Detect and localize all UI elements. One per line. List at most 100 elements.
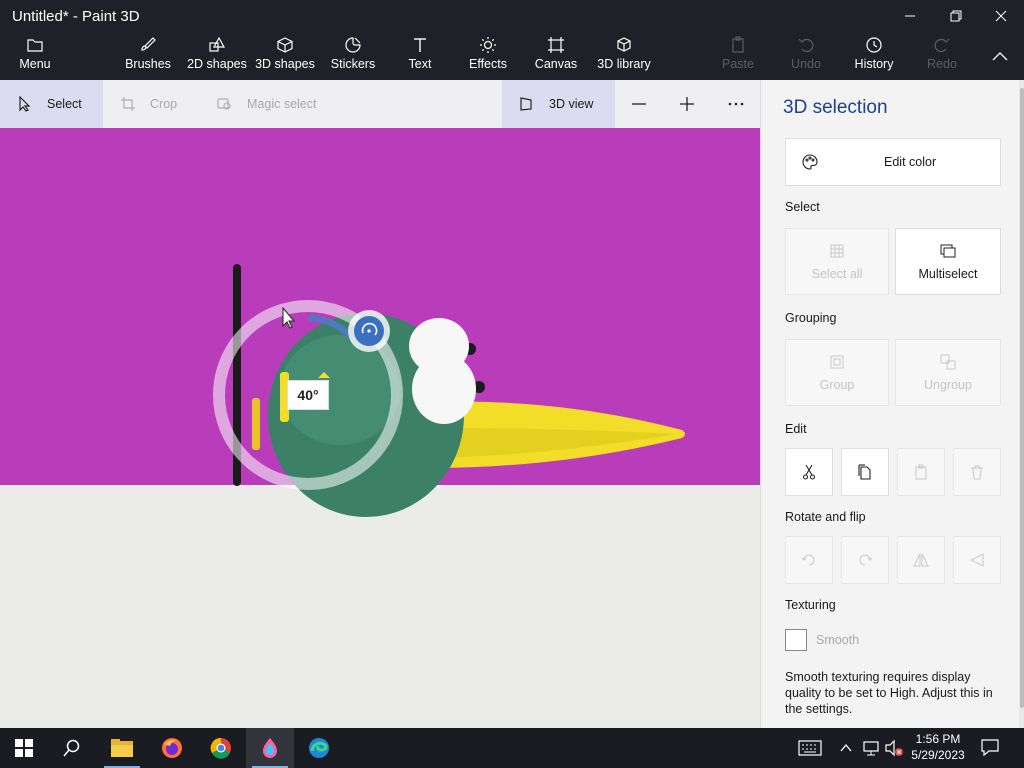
minimize-icon — [905, 15, 915, 17]
collapse-ribbon-button[interactable] — [988, 46, 1012, 66]
ungroup-button[interactable]: Ungroup — [895, 339, 1001, 406]
paste-icon — [915, 464, 927, 480]
flip-vertical-button[interactable] — [953, 536, 1001, 584]
edge-icon — [309, 738, 329, 758]
rotate-right-button[interactable] — [841, 536, 889, 584]
flip-horizontal-button[interactable] — [897, 536, 945, 584]
brushes-tool[interactable]: Brushes — [122, 36, 174, 80]
2d-shapes-tool[interactable]: 2D shapes — [186, 36, 248, 80]
multiselect-button[interactable]: Multiselect — [895, 228, 1001, 295]
file-explorer-icon — [111, 739, 133, 757]
yellow-bar-object[interactable] — [252, 398, 260, 450]
select-all-label: Select all — [811, 266, 863, 281]
redo-label: Redo — [927, 57, 957, 71]
copy-icon — [858, 464, 871, 480]
sun-icon — [480, 37, 496, 53]
select-all-button[interactable]: Select all — [785, 228, 889, 295]
palette-icon — [802, 154, 818, 170]
effects-tool[interactable]: Effects — [466, 36, 510, 80]
minus-icon — [632, 103, 646, 105]
select-label: Select — [47, 97, 82, 111]
paste-button[interactable]: Paste — [720, 36, 756, 80]
file-explorer-taskbar[interactable] — [98, 728, 146, 768]
canvas-tool[interactable]: Canvas — [534, 36, 578, 80]
delete-button[interactable] — [953, 448, 1001, 496]
restore-button[interactable] — [933, 0, 979, 32]
stickers-tool[interactable]: Stickers — [328, 36, 378, 80]
select-heading: Select — [785, 200, 820, 214]
ungroup-label: Ungroup — [924, 377, 972, 392]
brushes-label: Brushes — [125, 57, 171, 71]
task-view-button[interactable] — [794, 736, 826, 760]
magic-select-button[interactable]: Magic select — [200, 80, 340, 128]
cursor-icon — [19, 96, 31, 112]
trash-icon — [971, 465, 983, 480]
text-icon — [414, 38, 426, 52]
smooth-note: Smooth texturing requires display qualit… — [785, 670, 993, 716]
restore-icon — [950, 10, 962, 22]
chrome-taskbar[interactable] — [197, 728, 245, 768]
smooth-checkbox[interactable] — [785, 629, 807, 651]
history-icon — [866, 37, 882, 53]
search-button[interactable] — [48, 728, 96, 768]
history-button[interactable]: History — [850, 36, 898, 80]
history-label: History — [854, 57, 894, 71]
plus-icon — [680, 97, 694, 111]
edge-taskbar[interactable] — [295, 728, 343, 768]
clock[interactable]: 1:56 PM 5/29/2023 — [905, 731, 971, 763]
more-options-button[interactable] — [722, 92, 750, 116]
close-button[interactable] — [978, 0, 1024, 32]
paint-3d-taskbar[interactable] — [246, 728, 294, 768]
rotate-left-icon — [801, 554, 815, 566]
notifications-button[interactable] — [980, 738, 1002, 758]
scene-3d[interactable] — [0, 128, 760, 728]
minimize-button[interactable] — [887, 0, 933, 32]
text-tool[interactable]: Text — [404, 36, 436, 80]
crop-icon — [121, 97, 135, 111]
white-eye-object[interactable] — [412, 354, 476, 424]
zoom-out-button[interactable] — [626, 92, 652, 116]
search-icon — [63, 739, 80, 757]
3d-selection-panel: 3D selection Edit color Select Select al… — [760, 80, 1024, 728]
texturing-heading: Texturing — [785, 598, 836, 612]
paint-3d-icon — [263, 738, 277, 758]
close-icon — [995, 10, 1007, 22]
notification-icon — [981, 739, 999, 757]
paste-panel-button[interactable] — [897, 448, 945, 496]
3d-library-label: 3D library — [597, 57, 651, 71]
group-button[interactable]: Group — [785, 339, 889, 406]
crop-button[interactable]: Crop — [103, 80, 193, 128]
window-title: Untitled* - Paint 3D — [12, 8, 140, 25]
rotate-left-button[interactable] — [785, 536, 833, 584]
edit-color-button[interactable]: Edit color — [785, 138, 1001, 186]
3d-view-button[interactable]: 3D view — [502, 80, 615, 128]
start-button[interactable] — [0, 728, 48, 768]
rotate-flip-heading: Rotate and flip — [785, 510, 866, 524]
3d-library-tool[interactable]: 3D library — [596, 36, 652, 80]
cut-button[interactable] — [785, 448, 833, 496]
flip-horizontal-icon — [913, 553, 929, 567]
show-hidden-icons-button[interactable] — [838, 740, 854, 756]
menu-button[interactable]: Menu — [14, 36, 56, 80]
volume-button[interactable] — [884, 739, 904, 757]
edit-color-label: Edit color — [884, 155, 937, 169]
edit-heading: Edit — [785, 422, 807, 436]
undo-button[interactable]: Undo — [788, 36, 824, 80]
keyboard-icon — [798, 740, 822, 756]
copy-button[interactable] — [841, 448, 889, 496]
zoom-in-button[interactable] — [674, 92, 700, 116]
panel-scrollbar-thumb[interactable] — [1020, 88, 1024, 708]
3d-shapes-tool[interactable]: 3D shapes — [255, 36, 315, 80]
network-button[interactable] — [862, 739, 882, 757]
firefox-icon — [162, 738, 182, 758]
select-button[interactable]: Select — [0, 80, 103, 128]
canvas-icon — [548, 37, 564, 53]
windows-logo-icon — [15, 739, 33, 757]
3d-view-label: 3D view — [549, 97, 594, 111]
multiselect-icon — [940, 244, 956, 257]
redo-button[interactable]: Redo — [924, 36, 960, 80]
clock-time: 1:56 PM — [915, 732, 961, 746]
workspace[interactable]: 40° — [0, 128, 760, 728]
firefox-taskbar[interactable] — [148, 728, 196, 768]
3d-shapes-label: 3D shapes — [255, 57, 315, 71]
